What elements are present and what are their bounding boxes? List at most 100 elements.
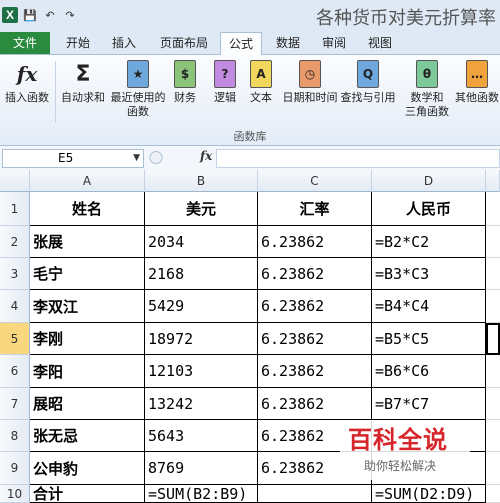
- name-box-value: E5: [58, 151, 74, 165]
- sigma-icon: Σ: [75, 61, 91, 87]
- cell-c2[interactable]: 6.23862: [258, 226, 372, 258]
- tab-home[interactable]: 开始: [58, 32, 98, 54]
- cell-c6[interactable]: 6.23862: [258, 355, 372, 388]
- tab-formulas[interactable]: 公式: [220, 32, 262, 55]
- cell-d6[interactable]: =B6*C6: [372, 355, 486, 388]
- insert-function-fx-icon[interactable]: fx: [200, 149, 212, 163]
- tab-view[interactable]: 视图: [360, 32, 400, 54]
- cell-b7[interactable]: 13242: [145, 388, 258, 420]
- cell-c4[interactable]: 6.23862: [258, 290, 372, 323]
- redo-icon[interactable]: ↷: [62, 7, 78, 23]
- cell-d10[interactable]: =SUM(D2:D9): [372, 485, 486, 503]
- cell-d1[interactable]: 人民币: [372, 192, 486, 226]
- save-icon[interactable]: 💾: [22, 7, 38, 23]
- insert-function-button[interactable]: fx 插入函数: [2, 59, 52, 105]
- row-header-1[interactable]: 1: [0, 192, 30, 226]
- cell-c3[interactable]: 6.23862: [258, 258, 372, 290]
- cell-a2[interactable]: 张展: [30, 226, 145, 258]
- cell-d5[interactable]: =B5*C5: [372, 323, 486, 355]
- cell-a10[interactable]: 合计: [30, 485, 145, 503]
- formula-bar: E5 ▼ fx: [0, 146, 500, 171]
- row-header-6[interactable]: 6: [0, 355, 30, 388]
- column-header-a[interactable]: A: [30, 170, 145, 192]
- cell-e9[interactable]: [486, 452, 500, 485]
- tab-page-layout[interactable]: 页面布局: [152, 32, 216, 54]
- cell-e5[interactable]: [486, 323, 500, 355]
- more-functions-icon: …: [464, 59, 490, 89]
- logical-button[interactable]: ? 逻辑: [210, 59, 240, 105]
- row-header-4[interactable]: 4: [0, 290, 30, 323]
- cell-d3[interactable]: =B3*C3: [372, 258, 486, 290]
- cell-a4[interactable]: 李双江: [30, 290, 145, 323]
- cell-a8[interactable]: 张无忌: [30, 420, 145, 452]
- cell-b1[interactable]: 美元: [145, 192, 258, 226]
- math-trig-icon: θ: [414, 59, 440, 89]
- row-header-2[interactable]: 2: [0, 226, 30, 258]
- tab-insert[interactable]: 插入: [104, 32, 144, 54]
- cell-b2[interactable]: 2034: [145, 226, 258, 258]
- formula-bar-resize-icon[interactable]: [148, 149, 194, 166]
- row-header-7[interactable]: 7: [0, 388, 30, 420]
- cell-e2[interactable]: [486, 226, 500, 258]
- date-time-button[interactable]: ◷ 日期和时间: [282, 59, 338, 105]
- row-header-9[interactable]: 9: [0, 452, 30, 485]
- cell-a6[interactable]: 李阳: [30, 355, 145, 388]
- ribbon-separator: [55, 61, 56, 123]
- cell-b10[interactable]: =SUM(B2:B9): [145, 485, 258, 503]
- row-header-10[interactable]: 10: [0, 485, 30, 503]
- cell-a5[interactable]: 李刚: [30, 323, 145, 355]
- cell-b5[interactable]: 18972: [145, 323, 258, 355]
- math-trig-button[interactable]: θ 数学和 三角函数: [404, 59, 450, 119]
- row-header-5[interactable]: 5: [0, 323, 30, 355]
- formula-input[interactable]: [216, 149, 500, 168]
- column-header-d[interactable]: D: [372, 170, 486, 192]
- financial-button[interactable]: $ 财务: [170, 59, 200, 105]
- more-functions-button[interactable]: … 其他函数: [454, 59, 500, 105]
- cell-c1[interactable]: 汇率: [258, 192, 372, 226]
- lookup-reference-button[interactable]: Q 查找与引用: [340, 59, 396, 105]
- cell-b9[interactable]: 8769: [145, 452, 258, 485]
- autosum-button[interactable]: Σ 自动求和: [58, 59, 108, 105]
- cell-e3[interactable]: [486, 258, 500, 290]
- cell-b6[interactable]: 12103: [145, 355, 258, 388]
- column-header-b[interactable]: B: [145, 170, 258, 192]
- watermark-logo: 百科全说 助你轻松解决: [340, 420, 470, 480]
- name-box[interactable]: E5 ▼: [2, 149, 144, 168]
- column-header-c[interactable]: C: [258, 170, 372, 192]
- undo-icon[interactable]: ↶: [42, 7, 58, 23]
- tab-file[interactable]: 文件: [0, 32, 50, 54]
- cell-e4[interactable]: [486, 290, 500, 323]
- cell-e6[interactable]: [486, 355, 500, 388]
- cell-a7[interactable]: 展昭: [30, 388, 145, 420]
- recently-used-button[interactable]: ★ 最近使用的 函数: [108, 59, 168, 119]
- text-button[interactable]: A 文本: [246, 59, 276, 105]
- cell-d7[interactable]: =B7*C7: [372, 388, 486, 420]
- cell-e7[interactable]: [486, 388, 500, 420]
- tab-data[interactable]: 数据: [268, 32, 308, 54]
- date-time-icon: ◷: [297, 59, 323, 89]
- ribbon-tabs: 文件 开始 插入 页面布局 公式 数据 审阅 视图: [0, 30, 500, 55]
- tab-review[interactable]: 审阅: [314, 32, 354, 54]
- cell-b4[interactable]: 5429: [145, 290, 258, 323]
- cell-d4[interactable]: =B4*C4: [372, 290, 486, 323]
- cell-c7[interactable]: 6.23862: [258, 388, 372, 420]
- select-all-corner[interactable]: [0, 170, 30, 192]
- cell-b8[interactable]: 5643: [145, 420, 258, 452]
- chevron-down-icon[interactable]: ▼: [133, 150, 140, 167]
- excel-app-icon[interactable]: X: [2, 7, 18, 23]
- logical-icon: ?: [212, 59, 238, 89]
- column-header-e[interactable]: [486, 170, 500, 192]
- cell-e8[interactable]: [486, 420, 500, 452]
- cell-c10[interactable]: [258, 485, 372, 503]
- cell-d2[interactable]: =B2*C2: [372, 226, 486, 258]
- row-header-3[interactable]: 3: [0, 258, 30, 290]
- cell-c5[interactable]: 6.23862: [258, 323, 372, 355]
- cell-b3[interactable]: 2168: [145, 258, 258, 290]
- ribbon: fx 插入函数 Σ 自动求和 ★ 最近使用的 函数 $ 财务 ? 逻辑 A 文本…: [0, 55, 500, 146]
- cell-a1[interactable]: 姓名: [30, 192, 145, 226]
- cell-e10[interactable]: [486, 485, 500, 503]
- row-header-8[interactable]: 8: [0, 420, 30, 452]
- cell-e1[interactable]: [486, 192, 500, 226]
- cell-a3[interactable]: 毛宁: [30, 258, 145, 290]
- cell-a9[interactable]: 公申豹: [30, 452, 145, 485]
